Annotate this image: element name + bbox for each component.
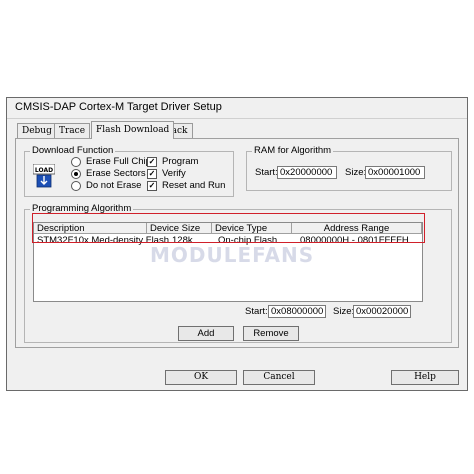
help-button[interactable]: Help: [391, 370, 459, 385]
load-icon: LOAD: [33, 164, 55, 188]
ram-for-algorithm-label: RAM for Algorithm: [252, 145, 334, 156]
radio-do-not-erase[interactable]: Do not Erase: [71, 180, 141, 191]
svg-text:LOAD: LOAD: [35, 167, 53, 174]
checkbox-reset-and-run[interactable]: ✓ Reset and Run: [147, 180, 225, 191]
tab-debug[interactable]: Debug: [17, 123, 57, 138]
checkbox-program[interactable]: ✓ Program: [147, 156, 198, 167]
selected-algorithm-highlight: [32, 213, 425, 243]
ram-for-algorithm-group: RAM for Algorithm Start: 0x20000000 Size…: [246, 145, 452, 191]
ram-start-label: Start:: [255, 167, 278, 178]
checkbox-verify-box: ✓: [147, 168, 157, 179]
download-function-group: Download Function LOAD Erase Full Chip E…: [24, 145, 234, 197]
radio-erase-full-chip[interactable]: Erase Full Chip: [71, 156, 151, 167]
remove-button[interactable]: Remove: [243, 326, 299, 341]
algorithm-size-input[interactable]: 0x00020000: [353, 305, 411, 318]
tab-trace[interactable]: Trace: [54, 123, 91, 138]
ram-size-input[interactable]: 0x00001000: [365, 166, 425, 179]
algorithm-start-label: Start:: [245, 306, 268, 317]
radio-erase-sectors-dot: [71, 168, 81, 179]
ram-size-label: Size:: [345, 167, 367, 178]
radio-do-not-erase-dot: [71, 180, 81, 191]
algorithm-start-input[interactable]: 0x08000000: [268, 305, 326, 318]
radio-erase-full-chip-dot: [71, 156, 81, 167]
title-bar: CMSIS-DAP Cortex-M Target Driver Setup: [7, 98, 467, 119]
dialog-title: CMSIS-DAP Cortex-M Target Driver Setup: [15, 101, 222, 113]
algorithm-size-label: Size:: [333, 306, 355, 317]
checkbox-verify-label: Verify: [162, 168, 186, 179]
checkbox-verify[interactable]: ✓ Verify: [147, 168, 186, 179]
radio-do-not-erase-label: Do not Erase: [86, 180, 142, 191]
radio-erase-sectors-label: Erase Sectors: [86, 168, 146, 179]
tab-flash-download[interactable]: Flash Download: [91, 121, 175, 139]
watermark: MODULEFANS: [150, 243, 315, 267]
ram-start-input[interactable]: 0x20000000: [277, 166, 337, 179]
checkbox-program-label: Program: [162, 156, 199, 167]
download-function-label: Download Function: [30, 145, 116, 156]
checkbox-reset-and-run-box: ✓: [147, 180, 157, 191]
checkbox-program-box: ✓: [147, 156, 157, 167]
cancel-button[interactable]: Cancel: [243, 370, 315, 385]
ok-button[interactable]: OK: [165, 370, 237, 385]
add-button[interactable]: Add: [178, 326, 234, 341]
radio-erase-full-chip-label: Erase Full Chip: [86, 156, 151, 167]
radio-erase-sectors[interactable]: Erase Sectors: [71, 168, 146, 179]
checkbox-reset-and-run-label: Reset and Run: [162, 180, 226, 191]
